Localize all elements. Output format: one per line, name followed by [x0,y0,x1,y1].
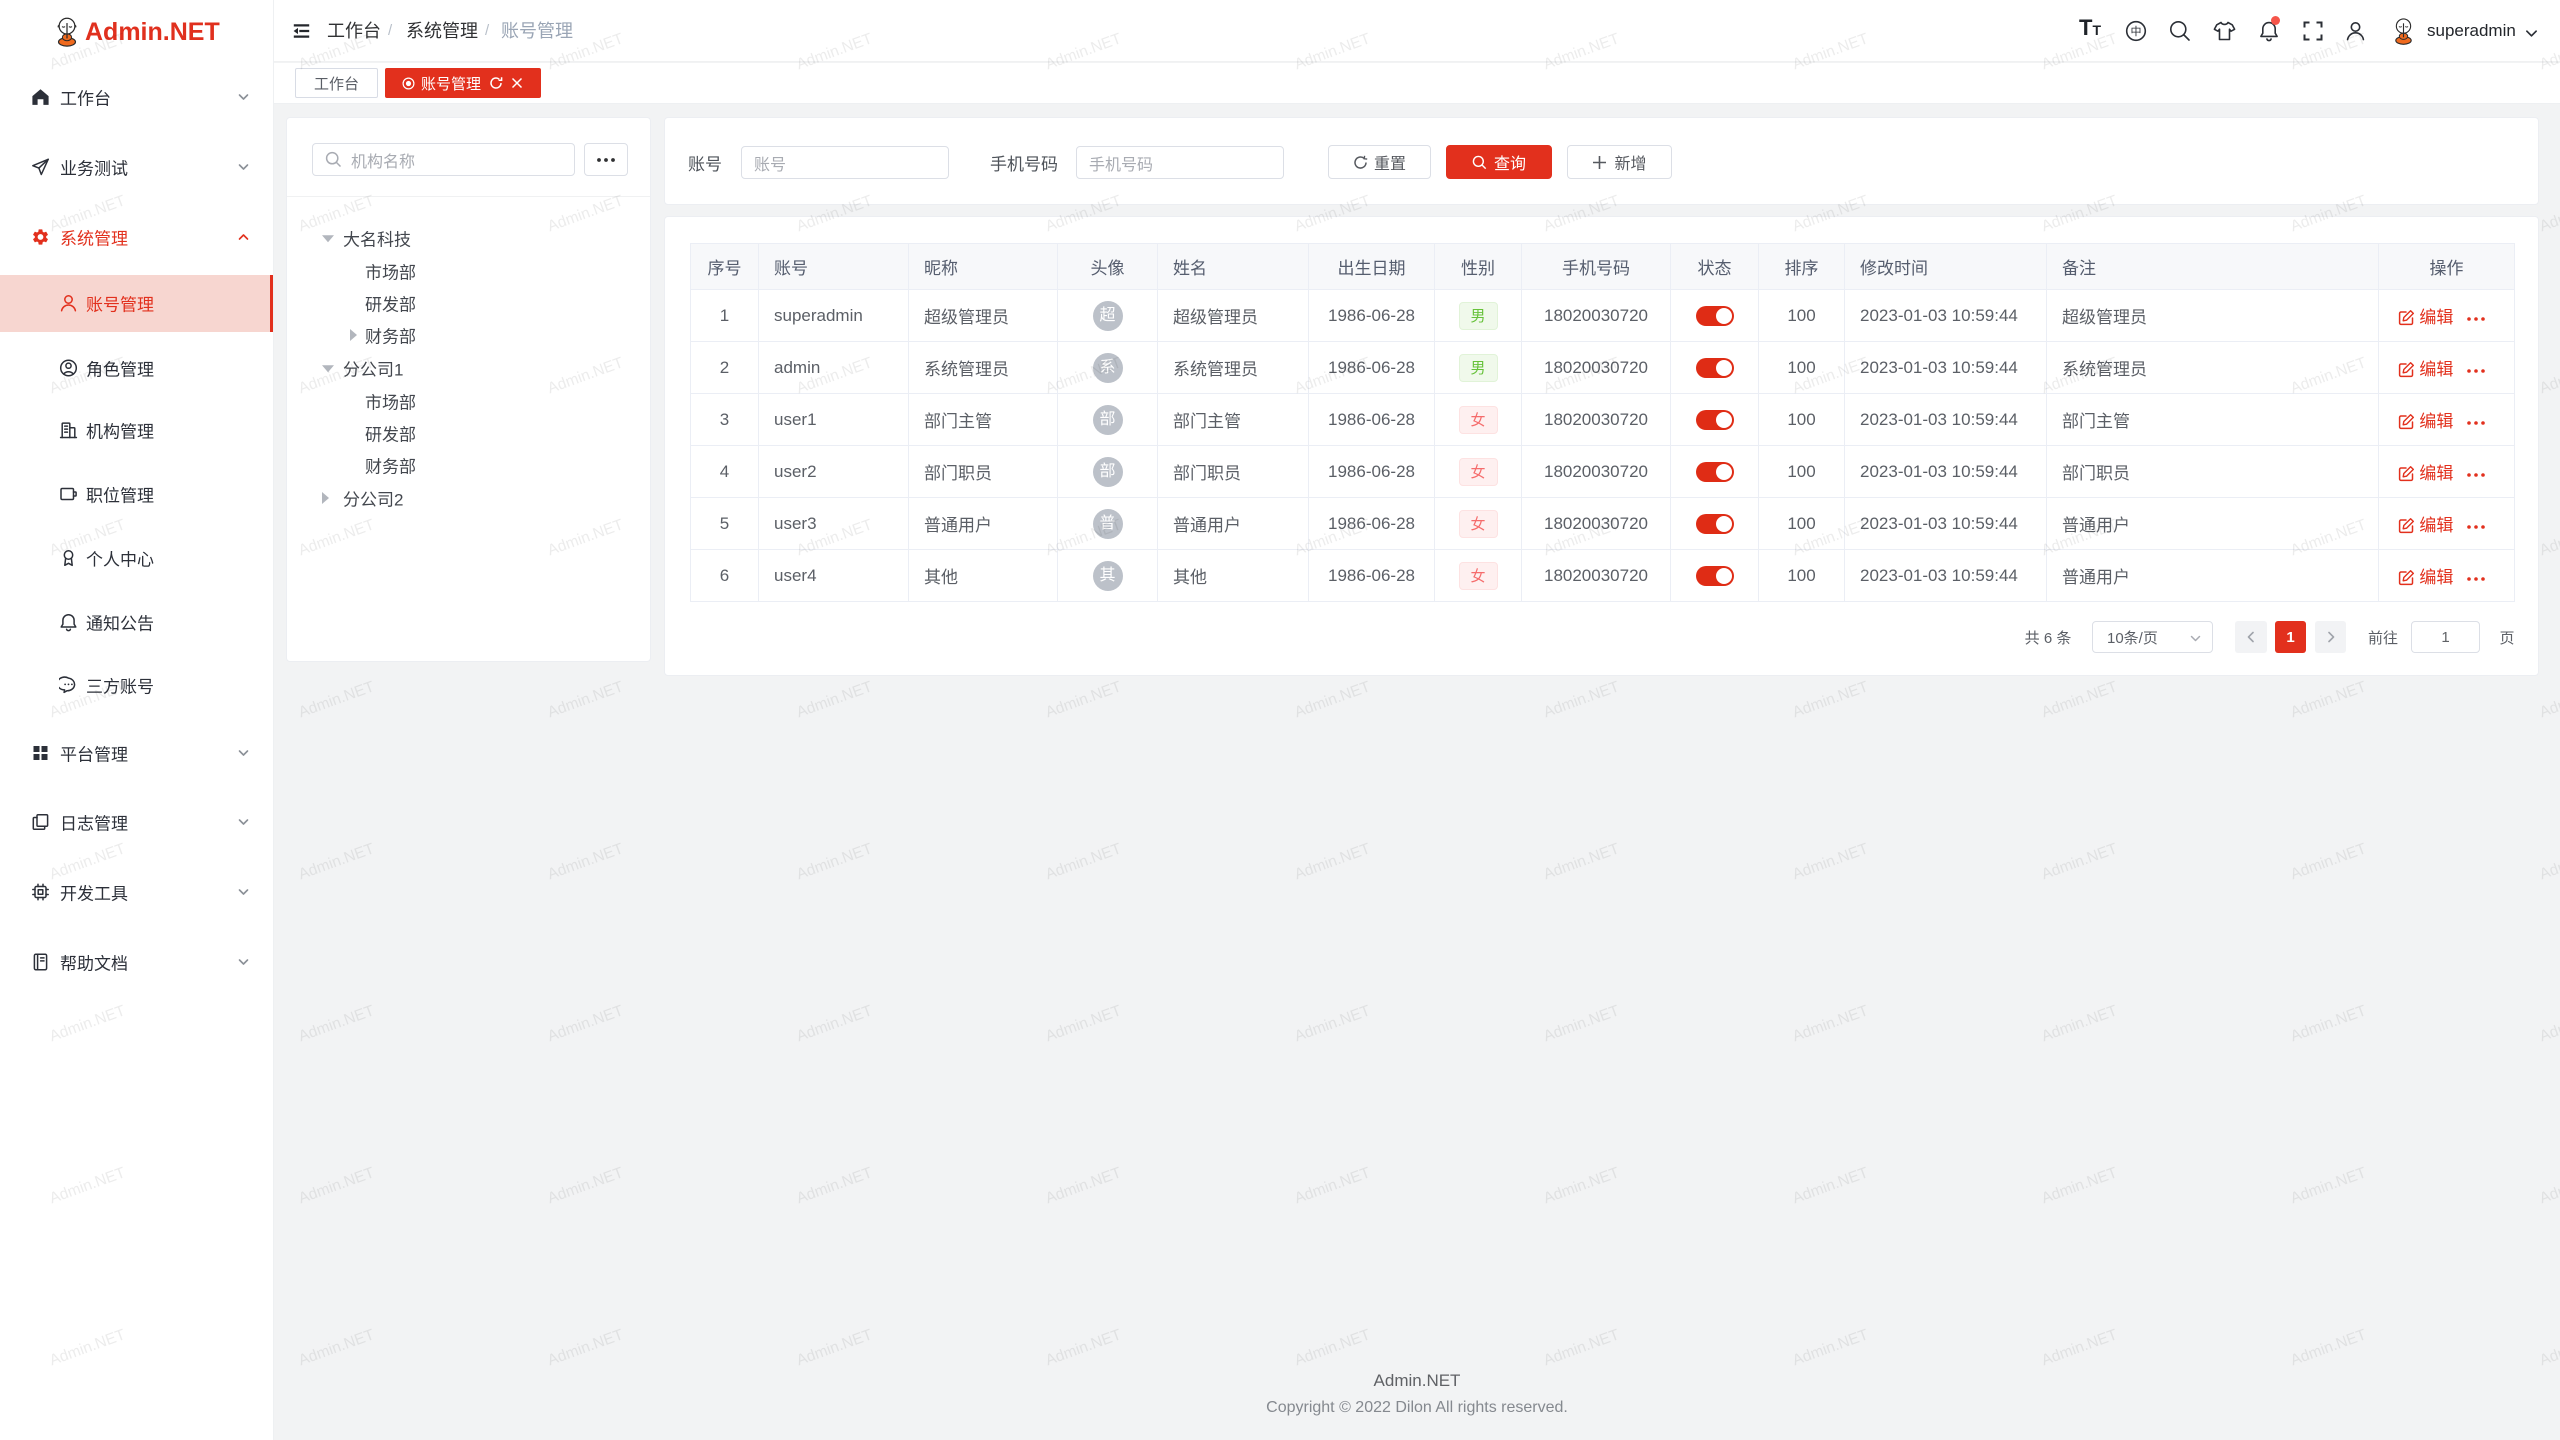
svg-text:中: 中 [2131,25,2142,38]
